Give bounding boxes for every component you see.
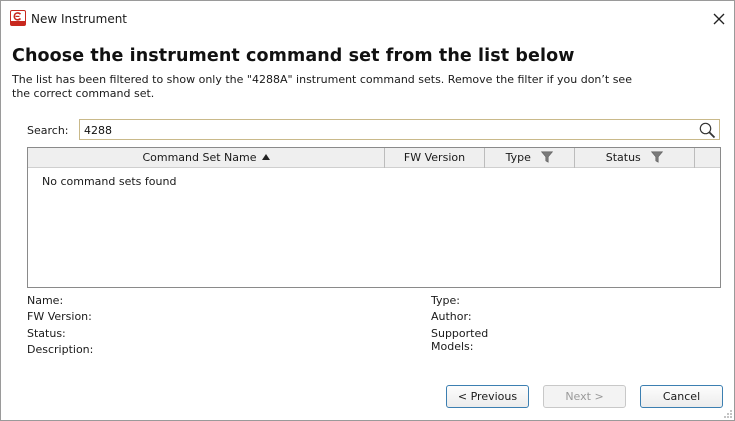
previous-button[interactable]: < Previous bbox=[446, 385, 529, 408]
search-input[interactable] bbox=[84, 123, 684, 137]
app-logo-icon bbox=[10, 10, 26, 26]
column-header-command-set-name[interactable]: Command Set Name bbox=[28, 148, 385, 168]
detail-description-label: Description: bbox=[27, 343, 94, 356]
column-header-label: Status bbox=[605, 151, 641, 164]
search-label: Search: bbox=[27, 124, 69, 137]
window-title: New Instrument bbox=[31, 12, 128, 26]
new-instrument-dialog: New Instrument Choose the instrument com… bbox=[0, 0, 735, 421]
page-description: The list has been filtered to show only … bbox=[12, 73, 652, 100]
detail-supported-models-label: Supported Models: bbox=[431, 327, 488, 353]
command-set-table: Command Set Name FW Version Type Status … bbox=[27, 147, 721, 288]
column-header-label: Type bbox=[505, 151, 531, 164]
detail-supported-models-line: Supported bbox=[431, 327, 489, 340]
funnel-filter-icon[interactable] bbox=[541, 151, 554, 163]
column-header-type[interactable]: Type bbox=[485, 148, 575, 168]
column-header-label: FW Version bbox=[403, 151, 466, 164]
column-header-label: Command Set Name bbox=[142, 151, 257, 164]
page-description-line: the correct command set. bbox=[12, 86, 155, 100]
close-icon[interactable] bbox=[709, 9, 729, 29]
magnifier-icon[interactable] bbox=[698, 121, 716, 139]
empty-table-message: No command sets found bbox=[42, 175, 177, 188]
page-title: Choose the instrument command set from t… bbox=[12, 46, 575, 66]
search-box bbox=[79, 119, 720, 140]
resize-grip-icon[interactable] bbox=[722, 408, 733, 419]
table-header: Command Set Name FW Version Type Status bbox=[28, 148, 720, 168]
next-button[interactable]: Next > bbox=[543, 385, 626, 408]
column-header-status[interactable]: Status bbox=[575, 148, 695, 168]
detail-author-label: Author: bbox=[431, 310, 472, 323]
funnel-filter-icon[interactable] bbox=[651, 151, 664, 163]
detail-status-label: Status: bbox=[27, 327, 66, 340]
cancel-button[interactable]: Cancel bbox=[640, 385, 723, 408]
page-description-line: The list has been filtered to show only … bbox=[12, 73, 632, 86]
sort-ascending-icon bbox=[261, 154, 270, 160]
detail-supported-models-line: Models: bbox=[431, 340, 474, 353]
column-header-fw-version[interactable]: FW Version bbox=[385, 148, 485, 168]
title-bar: New Instrument bbox=[1, 1, 734, 35]
detail-type-label: Type: bbox=[431, 294, 460, 307]
detail-fw-version-label: FW Version: bbox=[27, 310, 92, 323]
detail-name-label: Name: bbox=[27, 294, 64, 307]
